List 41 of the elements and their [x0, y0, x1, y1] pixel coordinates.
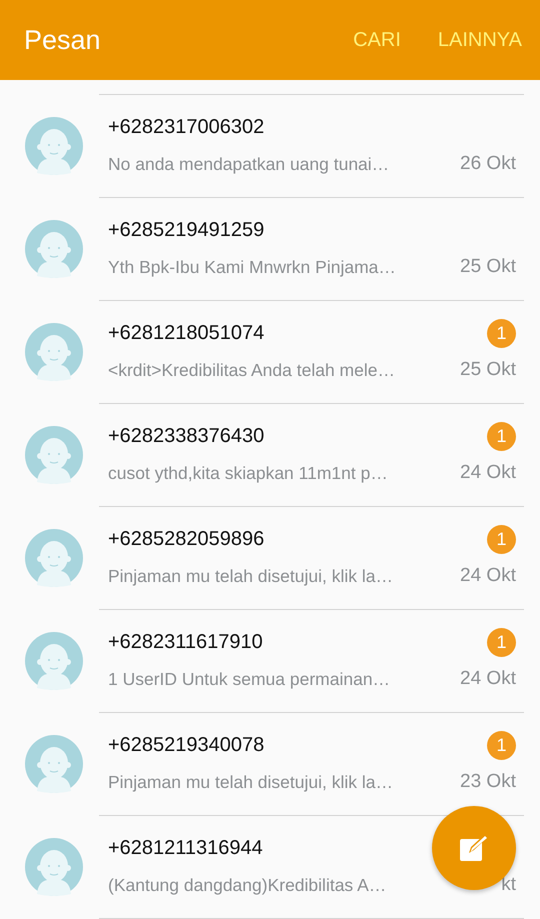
message-preview: Yth Bpk-Ibu Kami Mnwrkn Pinjama… — [108, 256, 397, 278]
message-preview: cusot ythd,kita skiapkan 11m1nt p… — [108, 462, 389, 484]
message-preview: No anda mendapatkan uang tunai… — [108, 154, 390, 174]
avatar-icon — [25, 220, 83, 278]
message-date: 24 Okt — [460, 462, 516, 484]
message-date: 24 Okt — [460, 565, 516, 587]
unread-badge: 1 — [487, 628, 516, 656]
avatar-icon — [25, 529, 83, 587]
avatar-icon — [25, 117, 83, 175]
toolbar-action[interactable]: LAINNYA — [438, 28, 522, 52]
unread-badge: 1 — [487, 524, 516, 554]
avatar-icon — [25, 323, 83, 381]
message-date: 25 Okt — [460, 256, 516, 278]
message-date: kt — [501, 874, 516, 896]
unread-badge: 1 — [487, 730, 516, 760]
unread-badge: 1 — [487, 318, 516, 348]
sender-name: +6282311617910 — [108, 630, 263, 654]
message-date: 24 Okt — [460, 668, 516, 690]
avatar-icon — [25, 735, 83, 793]
message-date: 23 Okt — [460, 771, 516, 793]
sender-name: +6285282059896 — [108, 528, 264, 550]
message-date: 26 Okt — [460, 153, 516, 175]
avatar-icon — [25, 632, 83, 690]
unread-badge: 1 — [487, 422, 516, 450]
message-preview: (Kantung dangdang)Kredibilitas A… — [108, 874, 388, 896]
sender-name: +6285219340078 — [108, 734, 264, 756]
toolbar-action[interactable]: CARI — [353, 28, 401, 52]
sender-name: +6282338376430 — [108, 424, 264, 448]
avatar-icon — [25, 838, 83, 896]
app-title: Pesan — [24, 24, 102, 56]
message-preview: 1 UserID Untuk semua permainan… — [108, 668, 392, 690]
sender-name: +6282317006302 — [108, 116, 264, 138]
sender-name: +6285219491259 — [108, 218, 264, 242]
message-date: 25 Okt — [460, 359, 516, 381]
message-preview: Pinjaman mu telah disetujui, klik la… — [108, 772, 394, 792]
compose-button[interactable] — [432, 806, 516, 890]
message-preview: <krdit>Kredibilitas Anda telah mele… — [108, 360, 396, 380]
sender-name: +6281218051074 — [108, 322, 264, 344]
avatar-icon — [25, 426, 83, 484]
message-preview: Pinjaman mu telah disetujui, klik la… — [108, 566, 394, 586]
sender-name: +6281211316944 — [108, 836, 263, 860]
